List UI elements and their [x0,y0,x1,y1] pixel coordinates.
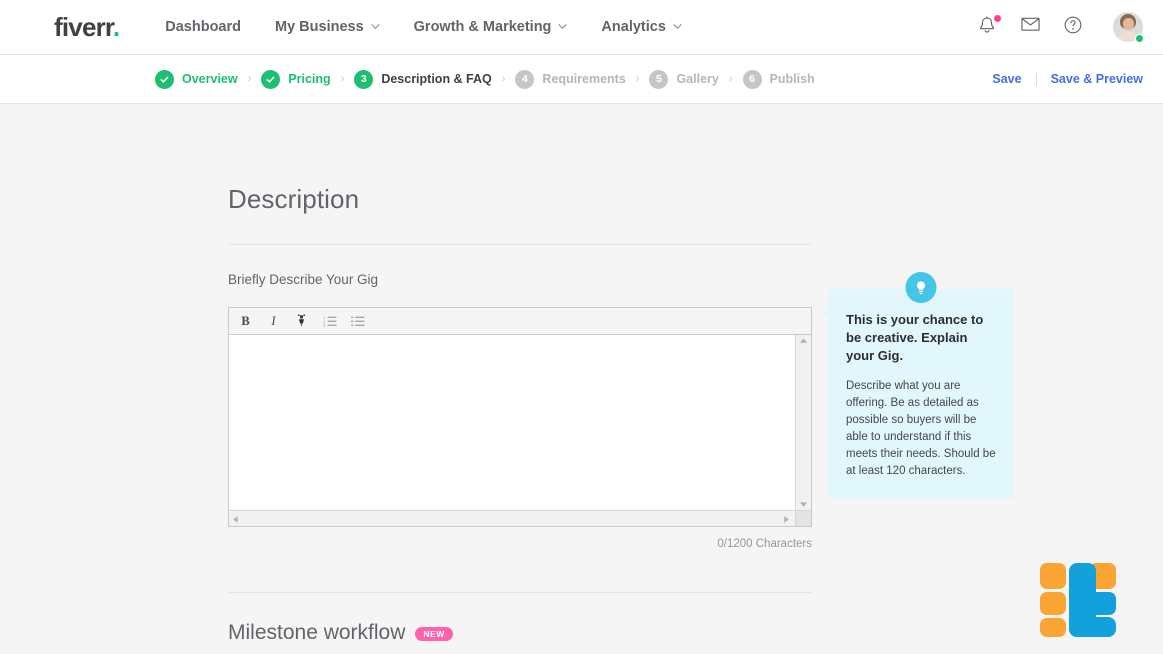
editor-toolbar: B I 1 2 3 [229,308,811,335]
save-button[interactable]: Save [992,72,1021,86]
online-status-dot [1135,34,1144,43]
tooltip-title: This is your chance to be creative. Expl… [846,312,984,363]
description-editor: B I 1 2 3 [228,307,812,527]
step-label: Pricing [288,72,331,86]
describe-gig-label: Briefly Describe Your Gig [228,272,379,287]
step-number: 6 [742,69,762,89]
nav-right-actions [978,12,1144,43]
step-number: 3 [354,69,374,89]
step-label: Overview [182,72,238,86]
logo-square-2 [1040,592,1066,615]
highlighter-icon[interactable] [294,314,309,329]
unordered-list-icon[interactable] [350,314,365,329]
step-separator: › [728,73,733,85]
milestone-workflow-title: Milestone workflow [228,621,406,644]
logo-blue-foot [1069,617,1116,637]
editor-horizontal-scrollbar[interactable] [229,510,811,526]
nav-item-my-business[interactable]: My Business [275,19,380,35]
step-separator: › [501,73,506,85]
scroll-right-arrow-icon[interactable] [783,515,792,523]
editor-vertical-scrollbar[interactable] [795,335,811,510]
step-number: 4 [515,69,535,89]
horizontal-scroll-track[interactable] [229,511,795,526]
milestone-workflow-section: Milestone workflow NEW [228,621,812,645]
chevron-down-icon [673,22,682,31]
step-description-faq[interactable]: 3 Description & FAQ [354,69,492,89]
step-label: Requirements [542,72,626,86]
brand-text: fiverr [54,12,114,42]
nav-item-label: Growth & Marketing [413,19,552,35]
nav-item-growth-marketing[interactable]: Growth & Marketing [414,19,568,35]
save-and-preview-button[interactable]: Save & Preview [1051,72,1143,86]
step-publish[interactable]: 6 Publish [742,69,815,89]
envelope-icon[interactable] [1021,16,1043,38]
brand-dot: . [112,12,120,42]
avatar[interactable] [1113,12,1144,43]
nav-item-label: Analytics [601,19,666,35]
nav-item-label: Dashboard [165,19,241,35]
check-icon [155,69,174,89]
scrollbar-corner [795,511,811,526]
chevron-down-icon [558,22,568,31]
description-input[interactable] [229,335,795,510]
nav-item-label: My Business [275,19,364,35]
nav-item-analytics[interactable]: Analytics [601,19,682,35]
step-label: Publish [769,72,815,86]
bell-icon[interactable] [978,15,1001,38]
logo-square-3 [1040,618,1066,637]
description-form: Description Briefly Describe Your Gig B … [228,104,812,645]
avatar-face [1123,18,1134,30]
corner-logo [1040,561,1116,637]
ordered-list-icon[interactable]: 1 2 3 [322,314,337,329]
top-navigation-bar: fiverr. Dashboard My Business Growth & M… [0,0,1163,55]
save-actions: Save Save & Preview [992,72,1143,86]
main-content-area: Description Briefly Describe Your Gig B … [0,104,1163,654]
status-badge: NEW [415,626,453,642]
title-divider [228,244,812,245]
step-gallery[interactable]: 5 Gallery [649,69,719,89]
nav-item-dashboard[interactable]: Dashboard [165,19,241,35]
section-divider [228,592,812,593]
step-list: Overview › Pricing › 3 Description & FAQ… [155,69,815,89]
primary-nav-links: Dashboard My Business Growth & Marketing… [165,19,682,35]
notification-badge-dot [994,15,1001,22]
step-separator: › [340,73,345,85]
scroll-left-arrow-icon[interactable] [232,515,241,523]
step-pricing[interactable]: Pricing [261,69,331,89]
check-icon [261,69,281,89]
step-number: 5 [649,69,669,89]
tooltip-body: Describe what you are offering. Be as de… [846,379,996,478]
step-overview[interactable]: Overview [155,69,238,89]
logo-square-1 [1040,563,1066,589]
step-separator: › [635,73,640,85]
step-label: Description & FAQ [381,72,492,86]
lightbulb-icon [905,272,937,303]
bold-icon[interactable]: B [238,314,253,329]
helper-tooltip: This is your chance to be creative. Expl… [822,272,1014,499]
character-counter: 0/1200 Characters [717,538,812,550]
step-separator: › [247,73,252,85]
editor-body [229,335,811,510]
scroll-up-arrow-icon[interactable] [799,337,808,344]
gig-creation-step-bar: Overview › Pricing › 3 Description & FAQ… [0,55,1163,104]
step-label: Gallery [676,72,719,86]
page-title: Description [228,184,360,214]
fiverr-logo[interactable]: fiverr. [54,12,120,42]
scroll-down-arrow-icon[interactable] [799,501,808,508]
question-circle-icon[interactable] [1064,16,1086,38]
chevron-down-icon [370,22,380,31]
divider [1035,72,1037,86]
svg-text:3: 3 [323,323,326,327]
step-requirements[interactable]: 4 Requirements [515,69,626,89]
logo-blue-square [1089,592,1116,615]
italic-icon[interactable]: I [266,314,281,329]
